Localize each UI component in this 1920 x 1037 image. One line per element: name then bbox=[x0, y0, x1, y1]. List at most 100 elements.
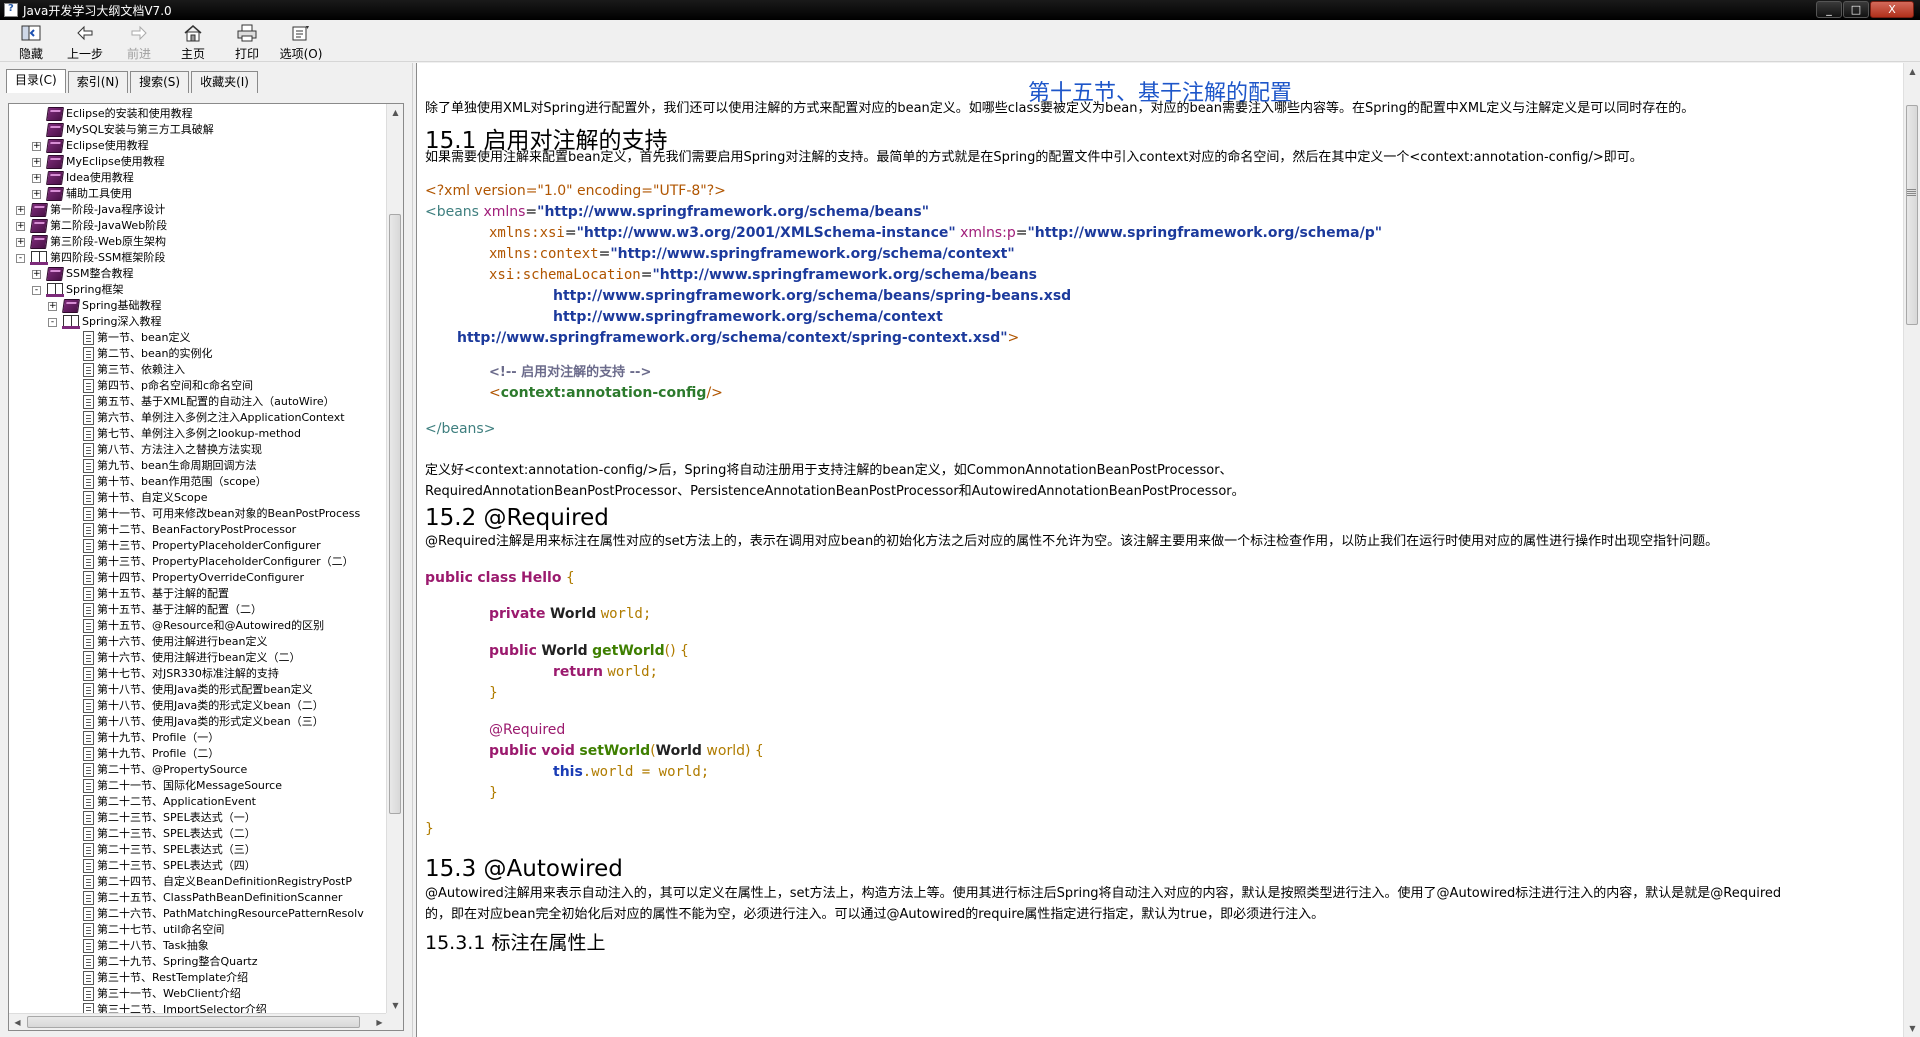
tree-scroll-thumb[interactable] bbox=[389, 214, 401, 814]
content-pane: 第十五节、基于注解的配置 除了单独使用XML对Spring进行配置外，我们还可以… bbox=[416, 63, 1920, 1037]
close-button[interactable]: X bbox=[1870, 1, 1914, 18]
collapse-icon[interactable]: - bbox=[16, 254, 25, 263]
tab-contents[interactable]: 目录(C) bbox=[6, 69, 66, 93]
tree-item[interactable]: 第十四节、PropertyOverrideConfigurer bbox=[9, 570, 379, 586]
heading-15-2: 15.2 @Required bbox=[425, 505, 609, 531]
tree-item[interactable]: 第十五节、基于注解的配置（二） bbox=[9, 602, 379, 618]
print-button[interactable]: 打印 bbox=[220, 20, 274, 62]
book-icon bbox=[46, 139, 64, 153]
help-app-icon bbox=[4, 3, 18, 17]
tree-item[interactable]: 第十二节、BeanFactoryPostProcessor bbox=[9, 522, 379, 538]
page-icon bbox=[83, 523, 94, 537]
tree-item-label: MyEclipse使用教程 bbox=[66, 155, 165, 168]
tree-item[interactable]: 第十七节、对JSR330标准注解的支持 bbox=[9, 666, 379, 682]
tree-vertical-scrollbar[interactable]: ▲ ▼ bbox=[386, 104, 403, 1014]
content-vertical-scrollbar[interactable]: ▲ ▼ bbox=[1903, 63, 1920, 1037]
tree-item[interactable]: + Spring基础教程 bbox=[9, 298, 379, 314]
tree-item[interactable]: 第十八节、使用Java类的形式定义bean（二） bbox=[9, 698, 379, 714]
tree-item[interactable]: 第六节、单例注入多例之注入ApplicationContext bbox=[9, 410, 379, 426]
tree-item[interactable]: 第十九节、Profile（二） bbox=[9, 746, 379, 762]
tree-item[interactable]: + 辅助工具使用 bbox=[9, 186, 379, 202]
expand-icon[interactable]: + bbox=[16, 238, 25, 247]
tree-item[interactable]: 第九节、bean生命周期回调方法 bbox=[9, 458, 379, 474]
tree-item[interactable]: MySQL安装与第三方工具破解 bbox=[9, 122, 379, 138]
tree-item[interactable]: Eclipse的安装和使用教程 bbox=[9, 106, 379, 122]
tree-item[interactable]: 第二十六节、PathMatchingResourcePatternResolv bbox=[9, 906, 379, 922]
tab-search[interactable]: 搜索(S) bbox=[130, 71, 190, 93]
home-button[interactable]: 主页 bbox=[166, 20, 220, 62]
tab-index[interactable]: 索引(N) bbox=[67, 71, 129, 93]
tree-item[interactable]: 第十八节、使用Java类的形式配置bean定义 bbox=[9, 682, 379, 698]
tree-item[interactable]: 第二十五节、ClassPathBeanDefinitionScanner bbox=[9, 890, 379, 906]
tree-item[interactable]: 第四节、p命名空间和c命名空间 bbox=[9, 378, 379, 394]
expand-icon[interactable]: + bbox=[48, 302, 57, 311]
tree-item[interactable]: 第二十三节、SPEL表达式（一） bbox=[9, 810, 379, 826]
tree-item[interactable]: 第二十七节、util命名空间 bbox=[9, 922, 379, 938]
hide-button[interactable]: 隐藏 bbox=[4, 20, 58, 62]
expand-icon[interactable]: + bbox=[32, 142, 41, 151]
tree-item[interactable]: - Spring框架 bbox=[9, 282, 379, 298]
content-scroll-up-arrow-icon[interactable]: ▲ bbox=[1904, 63, 1920, 80]
tree-item[interactable]: 第二十一节、国际化MessageSource bbox=[9, 778, 379, 794]
back-button[interactable]: 上一步 bbox=[58, 20, 112, 62]
tree-item[interactable]: 第十九节、Profile（一） bbox=[9, 730, 379, 746]
tree-horizontal-scrollbar[interactable]: ◀ ▶ bbox=[9, 1013, 388, 1030]
tree-item[interactable]: + 第三阶段-Web原生架构 bbox=[9, 234, 379, 250]
tree-item[interactable]: + Idea使用教程 bbox=[9, 170, 379, 186]
tree-item[interactable]: 第二十三节、SPEL表达式（二） bbox=[9, 826, 379, 842]
tree-item[interactable]: 第二十二节、ApplicationEvent bbox=[9, 794, 379, 810]
tree-item[interactable]: 第二十九节、Spring整合Quartz bbox=[9, 954, 379, 970]
tree-item[interactable]: - Spring深入教程 bbox=[9, 314, 379, 330]
tree-item[interactable]: 第十三节、PropertyPlaceholderConfigurer（二） bbox=[9, 554, 379, 570]
tree-item[interactable]: 第十一节、可用来修改bean对象的BeanPostProcess bbox=[9, 506, 379, 522]
tree-item-label: 第六节、单例注入多例之注入ApplicationContext bbox=[97, 411, 345, 424]
tree-item[interactable]: + Eclipse使用教程 bbox=[9, 138, 379, 154]
options-button[interactable]: 选项(O) bbox=[274, 20, 328, 62]
tree-item[interactable]: + 第一阶段-Java程序设计 bbox=[9, 202, 379, 218]
tree-item[interactable]: 第十六节、使用注解进行bean定义 bbox=[9, 634, 379, 650]
expand-icon[interactable]: + bbox=[32, 174, 41, 183]
expand-icon[interactable]: + bbox=[32, 190, 41, 199]
tree-item[interactable]: 第二十三节、SPEL表达式（四） bbox=[9, 858, 379, 874]
expand-icon[interactable]: + bbox=[16, 222, 25, 231]
content-scroll-down-arrow-icon[interactable]: ▼ bbox=[1904, 1020, 1920, 1037]
tree-item[interactable]: 第十节、bean作用范围（scope） bbox=[9, 474, 379, 490]
tree-item[interactable]: 第五节、基于XML配置的自动注入（autoWire） bbox=[9, 394, 379, 410]
tree-item[interactable]: 第二十四节、自定义BeanDefinitionRegistryPostP bbox=[9, 874, 379, 890]
tree-item[interactable]: 第三节、依赖注入 bbox=[9, 362, 379, 378]
content-scroll-thumb[interactable] bbox=[1906, 105, 1918, 325]
tree-hscroll-thumb[interactable] bbox=[27, 1016, 360, 1028]
tree-item[interactable]: + MyEclipse使用教程 bbox=[9, 154, 379, 170]
tree-item-selected[interactable]: 第十五节、基于注解的配置 bbox=[9, 586, 379, 602]
tab-favorites[interactable]: 收藏夹(I) bbox=[191, 71, 258, 93]
maximize-button[interactable]: □ bbox=[1843, 1, 1869, 18]
tree-item[interactable]: 第十五节、@Resource和@Autowired的区别 bbox=[9, 618, 379, 634]
tree-item[interactable]: 第十六节、使用注解进行bean定义（二） bbox=[9, 650, 379, 666]
collapse-icon[interactable]: - bbox=[48, 318, 57, 327]
tree-item[interactable]: + 第二阶段-JavaWeb阶段 bbox=[9, 218, 379, 234]
collapse-icon[interactable]: - bbox=[32, 286, 41, 295]
expand-icon[interactable]: + bbox=[16, 206, 25, 215]
xml-line-beans-open: <beans xmlns="http://www.springframework… bbox=[425, 202, 929, 222]
tree-item[interactable]: 第二十三节、SPEL表达式（三） bbox=[9, 842, 379, 858]
minimize-button[interactable]: _ bbox=[1816, 1, 1842, 18]
expand-icon[interactable]: + bbox=[32, 270, 41, 279]
tree-item[interactable]: 第八节、方法注入之替换方法实现 bbox=[9, 442, 379, 458]
tree-item[interactable]: 第二十节、@PropertySource bbox=[9, 762, 379, 778]
forward-button[interactable]: 前进 bbox=[112, 20, 166, 62]
tree-item[interactable]: 第十三节、PropertyPlaceholderConfigurer bbox=[9, 538, 379, 554]
tree-item[interactable]: 第三十一节、WebClient介绍 bbox=[9, 986, 379, 1002]
tree-item[interactable]: 第十八节、使用Java类的形式定义bean（三） bbox=[9, 714, 379, 730]
scroll-down-arrow-icon[interactable]: ▼ bbox=[387, 997, 403, 1014]
tree-item[interactable]: 第十节、自定义Scope bbox=[9, 490, 379, 506]
tree-item[interactable]: 第二十八节、Task抽象 bbox=[9, 938, 379, 954]
scroll-left-arrow-icon[interactable]: ◀ bbox=[9, 1014, 26, 1030]
tree-item[interactable]: 第三十节、RestTemplate介绍 bbox=[9, 970, 379, 986]
tree-item[interactable]: 第二节、bean的实例化 bbox=[9, 346, 379, 362]
tree-item[interactable]: 第七节、单例注入多例之lookup-method bbox=[9, 426, 379, 442]
expand-icon[interactable]: + bbox=[32, 158, 41, 167]
tree-item[interactable]: + SSM整合教程 bbox=[9, 266, 379, 282]
tree-item[interactable]: 第一节、bean定义 bbox=[9, 330, 379, 346]
tree-item[interactable]: - 第四阶段-SSM框架阶段 bbox=[9, 250, 379, 266]
scroll-up-arrow-icon[interactable]: ▲ bbox=[387, 104, 403, 121]
